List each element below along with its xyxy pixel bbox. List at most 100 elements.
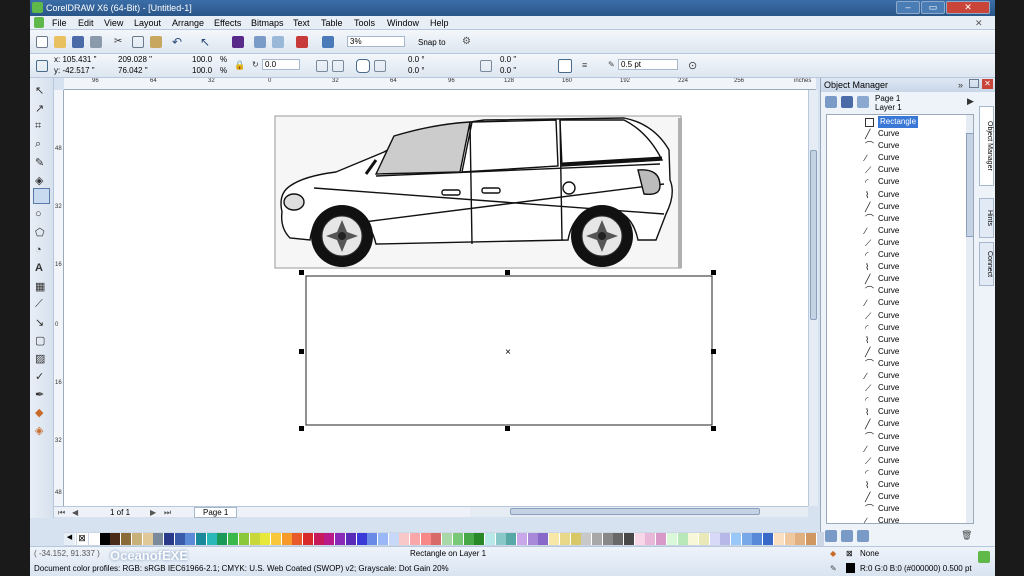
palette-swatch[interactable] [581, 533, 593, 545]
menu-effects[interactable]: Effects [214, 18, 241, 28]
layer-manager-view-icon[interactable] [841, 96, 853, 108]
publish-pdf-icon[interactable] [296, 36, 308, 48]
no-color-swatch[interactable]: ⊠ [77, 533, 88, 545]
palette-swatch[interactable] [709, 533, 721, 545]
close-button[interactable]: ✕ [946, 1, 990, 14]
menu-tools[interactable]: Tools [354, 18, 375, 28]
palette-swatch[interactable] [324, 533, 336, 545]
palette-swatch[interactable] [805, 533, 817, 545]
palette-swatch[interactable] [345, 533, 357, 545]
save-icon[interactable] [72, 36, 84, 48]
scallop-corner-icon[interactable] [374, 60, 386, 72]
palette-swatch[interactable] [624, 533, 635, 545]
palette-swatch[interactable] [153, 533, 165, 545]
palette-swatch[interactable] [549, 533, 561, 545]
palette-swatch[interactable] [388, 533, 400, 545]
palette-swatch[interactable] [634, 533, 646, 545]
palette-swatch[interactable] [431, 533, 443, 545]
pick-tool-icon[interactable]: ↖ [35, 84, 48, 97]
minimize-button[interactable]: – [896, 1, 920, 14]
horizontal-ruler[interactable]: 96 64 32 0 32 64 96 128 160 192 224 256 … [64, 78, 816, 90]
round-corner-icon[interactable] [356, 59, 370, 73]
width-field[interactable]: 209.028 " [118, 55, 152, 64]
basic-shapes-tool-icon[interactable]: ◔ [35, 244, 48, 256]
edit-across-layers-icon[interactable] [857, 96, 869, 108]
relative-corner-scaling-icon[interactable] [558, 59, 572, 73]
list-scrollbar[interactable] [966, 115, 973, 523]
corner-lock-icon[interactable] [480, 60, 492, 72]
corner-top-left-field[interactable]: 0.0 ° [408, 55, 425, 64]
palette-swatch[interactable] [174, 533, 186, 545]
palette-scroll-left-icon[interactable]: ◀ [64, 533, 76, 545]
palette-swatch[interactable] [249, 533, 261, 545]
palette-swatch[interactable] [452, 533, 464, 545]
parallel-dimension-tool-icon[interactable]: ⟋ [35, 298, 48, 310]
tab-object-manager[interactable]: Object Manager [979, 106, 994, 186]
snap-to-dropdown[interactable]: Snap to [418, 38, 446, 47]
palette-swatch[interactable] [559, 533, 571, 545]
palette-swatch[interactable] [142, 533, 154, 545]
print-icon[interactable] [90, 36, 102, 48]
outline-tool-icon[interactable]: ✒ [35, 388, 48, 401]
new-layer-icon[interactable] [825, 530, 837, 542]
outline-width-select[interactable]: 0.5 pt [618, 59, 678, 70]
palette-swatch[interactable] [281, 533, 293, 545]
palette-swatch[interactable] [335, 533, 347, 545]
corner-top-right-field[interactable]: 0.0 " [500, 55, 516, 64]
palette-swatch[interactable] [731, 533, 742, 545]
rotation-field[interactable]: 0.0 [262, 59, 300, 70]
palette-swatch[interactable] [763, 533, 775, 545]
delete-icon[interactable]: 🗑 [961, 530, 973, 542]
corner-bottom-left-field[interactable]: 0.0 ° [408, 66, 425, 75]
palette-swatch[interactable] [517, 533, 528, 545]
palette-swatch[interactable] [185, 533, 197, 545]
palette-swatch[interactable] [795, 533, 807, 545]
palette-swatch[interactable] [752, 533, 764, 545]
export-icon[interactable] [272, 36, 284, 48]
menu-edit[interactable]: Edit [78, 18, 94, 28]
palette-swatch[interactable] [602, 533, 614, 545]
polygon-tool-icon[interactable]: ⬠ [35, 226, 48, 239]
palette-swatch[interactable] [110, 533, 122, 545]
palette-swatch[interactable] [238, 533, 250, 545]
palette-swatch[interactable] [99, 533, 111, 545]
mirror-horizontal-icon[interactable] [316, 60, 328, 72]
palette-swatch[interactable] [666, 533, 678, 545]
color-profiles[interactable]: Document color profiles: RGB: sRGB IEC61… [34, 564, 449, 573]
open-icon[interactable] [54, 36, 66, 48]
eyedropper-tool-icon[interactable]: ✓ [35, 370, 48, 383]
vertical-ruler[interactable]: 48 32 16 0 16 32 48 [54, 90, 64, 506]
menu-close-icon[interactable]: ✕ [975, 18, 983, 29]
palette-swatch[interactable] [410, 533, 421, 545]
palette-swatch[interactable] [270, 533, 282, 545]
ellipse-tool-icon[interactable]: ○ [35, 208, 48, 220]
table-tool-icon[interactable]: ▦ [35, 280, 48, 293]
palette-swatch[interactable] [538, 533, 550, 545]
docker-minimize-icon[interactable] [969, 79, 979, 88]
palette-swatch[interactable] [720, 533, 732, 545]
y-position-field[interactable]: y: -42.517 " [54, 66, 95, 75]
palette-swatch[interactable] [121, 533, 133, 545]
palette-swatch[interactable] [677, 533, 689, 545]
menu-arrange[interactable]: Arrange [172, 18, 204, 28]
show-properties-icon[interactable] [825, 96, 837, 108]
interactive-fill-tool-icon[interactable]: ◈ [35, 424, 48, 437]
docker-expand-icon[interactable]: » [958, 80, 963, 90]
zoom-level-select[interactable]: 3% [347, 36, 405, 47]
palette-swatch[interactable] [260, 533, 272, 545]
rectangle-tool-icon[interactable] [33, 188, 50, 204]
palette-swatch[interactable] [228, 533, 240, 545]
wrap-text-icon[interactable]: ≡ [582, 60, 594, 72]
palette-swatch[interactable] [131, 533, 143, 545]
menu-window[interactable]: Window [387, 18, 419, 28]
zoom-tool-icon[interactable]: ⌕ [35, 138, 48, 150]
palette-swatch[interactable] [784, 533, 796, 545]
palette-swatch[interactable] [399, 533, 411, 545]
corner-bottom-right-field[interactable]: 0.0 " [500, 66, 516, 75]
menu-file[interactable]: File [52, 18, 67, 28]
palette-swatch[interactable] [506, 533, 518, 545]
vertical-scrollbar[interactable] [808, 90, 818, 506]
palette-swatch[interactable] [645, 533, 657, 545]
mirror-vertical-icon[interactable] [332, 60, 344, 72]
corel-connect-icon[interactable] [232, 36, 244, 48]
